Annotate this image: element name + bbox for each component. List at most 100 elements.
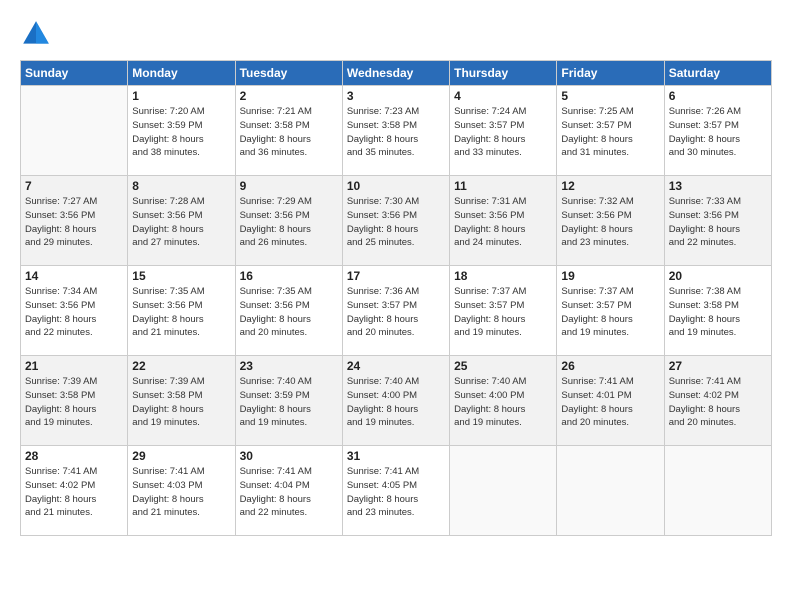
day-number: 30 — [240, 449, 338, 463]
day-number: 10 — [347, 179, 445, 193]
calendar-header-row: SundayMondayTuesdayWednesdayThursdayFrid… — [21, 61, 772, 86]
header — [20, 18, 772, 50]
calendar-week-row: 28 Sunrise: 7:41 AMSunset: 4:02 PMDayligh… — [21, 446, 772, 536]
day-number: 16 — [240, 269, 338, 283]
calendar-cell — [450, 446, 557, 536]
day-number: 7 — [25, 179, 123, 193]
day-number: 1 — [132, 89, 230, 103]
calendar-cell: 10Sunrise: 7:30 AMSunset: 3:56 PMDayligh… — [342, 176, 449, 266]
day-info: Sunrise: 7:37 AMSunset: 3:57 PMDaylight:… — [454, 285, 552, 340]
day-info: Sunrise: 7:23 AMSunset: 3:58 PMDaylight:… — [347, 105, 445, 160]
calendar-cell: 22 Sunrise: 7:39 AMSunset: 3:58 PMDayligh… — [128, 356, 235, 446]
day-number: 3 — [347, 89, 445, 103]
day-info: Sunrise: 7:31 AMSunset: 3:56 PMDaylight:… — [454, 195, 552, 250]
day-info: Sunrise: 7:21 AMSunset: 3:58 PMDaylight:… — [240, 105, 338, 160]
calendar-cell: 16 Sunrise: 7:35 AMSunset: 3:56 PMDayligh… — [235, 266, 342, 356]
day-number: 5 — [561, 89, 659, 103]
day-number: 12 — [561, 179, 659, 193]
calendar-cell: 31 Sunrise: 7:41 AMSunset: 4:05 PMDayligh… — [342, 446, 449, 536]
day-info: Sunrise: 7:40 AMSunset: 3:59 PMDaylight:… — [240, 375, 338, 430]
weekday-header-saturday: Saturday — [664, 61, 771, 86]
calendar-cell: 1Sunrise: 7:20 AMSunset: 3:59 PMDaylight… — [128, 86, 235, 176]
calendar-week-row: 7Sunrise: 7:27 AMSunset: 3:56 PMDaylight… — [21, 176, 772, 266]
day-number: 21 — [25, 359, 123, 373]
weekday-header-tuesday: Tuesday — [235, 61, 342, 86]
day-info: Sunrise: 7:24 AMSunset: 3:57 PMDaylight:… — [454, 105, 552, 160]
day-number: 24 — [347, 359, 445, 373]
day-info: Sunrise: 7:39 AMSunset: 3:58 PMDaylight:… — [25, 375, 123, 430]
day-info: Sunrise: 7:32 AMSunset: 3:56 PMDaylight:… — [561, 195, 659, 250]
calendar-cell: 12 Sunrise: 7:32 AMSunset: 3:56 PMDayligh… — [557, 176, 664, 266]
day-info: Sunrise: 7:33 AMSunset: 3:56 PMDaylight:… — [669, 195, 767, 250]
calendar-cell: 8Sunrise: 7:28 AMSunset: 3:56 PMDaylight… — [128, 176, 235, 266]
calendar-cell: 29 Sunrise: 7:41 AMSunset: 4:03 PMDayligh… — [128, 446, 235, 536]
day-info: Sunrise: 7:41 AMSunset: 4:02 PMDaylight:… — [25, 465, 123, 520]
calendar-cell: 4 Sunrise: 7:24 AMSunset: 3:57 PMDaylight… — [450, 86, 557, 176]
day-number: 6 — [669, 89, 767, 103]
weekday-header-wednesday: Wednesday — [342, 61, 449, 86]
day-number: 22 — [132, 359, 230, 373]
calendar-cell — [664, 446, 771, 536]
calendar-cell: 3 Sunrise: 7:23 AMSunset: 3:58 PMDaylight… — [342, 86, 449, 176]
calendar-cell: 27Sunrise: 7:41 AMSunset: 4:02 PMDayligh… — [664, 356, 771, 446]
calendar-cell: 2Sunrise: 7:21 AMSunset: 3:58 PMDaylight… — [235, 86, 342, 176]
day-info: Sunrise: 7:40 AMSunset: 4:00 PMDaylight:… — [454, 375, 552, 430]
calendar-week-row: 21 Sunrise: 7:39 AMSunset: 3:58 PMDayligh… — [21, 356, 772, 446]
day-info: Sunrise: 7:26 AMSunset: 3:57 PMDaylight:… — [669, 105, 767, 160]
page: SundayMondayTuesdayWednesdayThursdayFrid… — [0, 0, 792, 612]
day-number: 13 — [669, 179, 767, 193]
day-info: Sunrise: 7:35 AMSunset: 3:56 PMDaylight:… — [240, 285, 338, 340]
day-info: Sunrise: 7:41 AMSunset: 4:02 PMDaylight:… — [669, 375, 767, 430]
day-number: 29 — [132, 449, 230, 463]
day-info: Sunrise: 7:37 AMSunset: 3:57 PMDaylight:… — [561, 285, 659, 340]
day-number: 17 — [347, 269, 445, 283]
day-info: Sunrise: 7:36 AMSunset: 3:57 PMDaylight:… — [347, 285, 445, 340]
day-info: Sunrise: 7:29 AMSunset: 3:56 PMDaylight:… — [240, 195, 338, 250]
calendar-cell: 15Sunrise: 7:35 AMSunset: 3:56 PMDayligh… — [128, 266, 235, 356]
day-number: 4 — [454, 89, 552, 103]
calendar-cell: 13 Sunrise: 7:33 AMSunset: 3:56 PMDayligh… — [664, 176, 771, 266]
day-info: Sunrise: 7:40 AMSunset: 4:00 PMDaylight:… — [347, 375, 445, 430]
calendar-cell: 26 Sunrise: 7:41 AMSunset: 4:01 PMDayligh… — [557, 356, 664, 446]
day-number: 26 — [561, 359, 659, 373]
calendar-cell: 20 Sunrise: 7:38 AMSunset: 3:58 PMDayligh… — [664, 266, 771, 356]
calendar-cell: 11 Sunrise: 7:31 AMSunset: 3:56 PMDayligh… — [450, 176, 557, 266]
calendar-cell — [21, 86, 128, 176]
day-number: 31 — [347, 449, 445, 463]
calendar-cell: 28 Sunrise: 7:41 AMSunset: 4:02 PMDayligh… — [21, 446, 128, 536]
day-number: 18 — [454, 269, 552, 283]
calendar-cell — [557, 446, 664, 536]
day-info: Sunrise: 7:41 AMSunset: 4:04 PMDaylight:… — [240, 465, 338, 520]
day-info: Sunrise: 7:38 AMSunset: 3:58 PMDaylight:… — [669, 285, 767, 340]
weekday-header-sunday: Sunday — [21, 61, 128, 86]
calendar-week-row: 1Sunrise: 7:20 AMSunset: 3:59 PMDaylight… — [21, 86, 772, 176]
calendar-cell: 5Sunrise: 7:25 AMSunset: 3:57 PMDaylight… — [557, 86, 664, 176]
weekday-header-monday: Monday — [128, 61, 235, 86]
calendar-table: SundayMondayTuesdayWednesdayThursdayFrid… — [20, 60, 772, 536]
day-number: 14 — [25, 269, 123, 283]
day-number: 8 — [132, 179, 230, 193]
calendar-cell: 30 Sunrise: 7:41 AMSunset: 4:04 PMDayligh… — [235, 446, 342, 536]
calendar-cell: 18 Sunrise: 7:37 AMSunset: 3:57 PMDayligh… — [450, 266, 557, 356]
day-number: 9 — [240, 179, 338, 193]
day-info: Sunrise: 7:41 AMSunset: 4:05 PMDaylight:… — [347, 465, 445, 520]
calendar-cell: 9 Sunrise: 7:29 AMSunset: 3:56 PMDaylight… — [235, 176, 342, 266]
day-info: Sunrise: 7:34 AMSunset: 3:56 PMDaylight:… — [25, 285, 123, 340]
day-number: 28 — [25, 449, 123, 463]
calendar-cell: 7Sunrise: 7:27 AMSunset: 3:56 PMDaylight… — [21, 176, 128, 266]
day-info: Sunrise: 7:39 AMSunset: 3:58 PMDaylight:… — [132, 375, 230, 430]
day-number: 15 — [132, 269, 230, 283]
day-info: Sunrise: 7:41 AMSunset: 4:03 PMDaylight:… — [132, 465, 230, 520]
logo-icon — [20, 18, 52, 50]
calendar-cell: 19 Sunrise: 7:37 AMSunset: 3:57 PMDayligh… — [557, 266, 664, 356]
logo — [20, 18, 56, 50]
calendar-cell: 6 Sunrise: 7:26 AMSunset: 3:57 PMDaylight… — [664, 86, 771, 176]
weekday-header-thursday: Thursday — [450, 61, 557, 86]
calendar-cell: 21 Sunrise: 7:39 AMSunset: 3:58 PMDayligh… — [21, 356, 128, 446]
day-number: 19 — [561, 269, 659, 283]
day-number: 11 — [454, 179, 552, 193]
calendar-cell: 25Sunrise: 7:40 AMSunset: 4:00 PMDayligh… — [450, 356, 557, 446]
calendar-week-row: 14 Sunrise: 7:34 AMSunset: 3:56 PMDayligh… — [21, 266, 772, 356]
day-info: Sunrise: 7:41 AMSunset: 4:01 PMDaylight:… — [561, 375, 659, 430]
day-number: 20 — [669, 269, 767, 283]
